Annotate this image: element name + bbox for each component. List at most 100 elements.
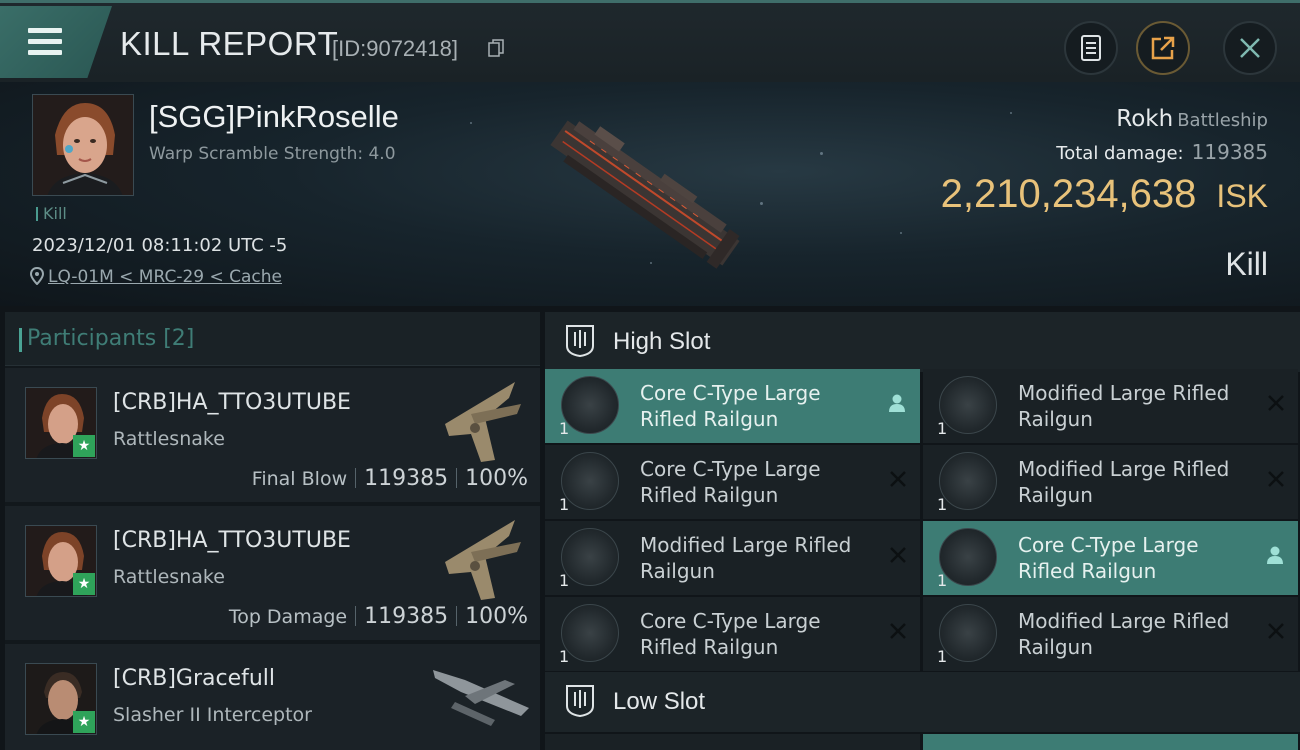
module-slot[interactable]: 1 Modified Large Rifled Railgun: [923, 369, 1298, 443]
railgun-icon: [939, 528, 997, 586]
module-slot[interactable]: 1 Core C-Type Large Rifled Railgun: [545, 445, 920, 519]
high-slot-icon: [566, 325, 594, 358]
module-slot[interactable]: 1 Core C-Type Large Rifled Railgun: [545, 597, 920, 671]
railgun-icon: [939, 376, 997, 434]
report-button[interactable]: [1064, 21, 1118, 75]
kill-result-label: Kill: [1225, 246, 1268, 282]
participant-damage: 119385: [364, 604, 449, 629]
railgun-icon: [561, 376, 619, 434]
module-slot[interactable]: 1 Modified Large Rifled Railgun: [545, 521, 920, 595]
document-icon: [1081, 35, 1101, 61]
close-button[interactable]: [1223, 21, 1277, 75]
star-icon: ★: [73, 435, 95, 457]
fitted-user-icon: [889, 394, 905, 412]
railgun-icon: [939, 452, 997, 510]
header-bar: KILL REPORT [ID:9072418]: [0, 0, 1300, 82]
module-quantity: 1: [937, 571, 948, 590]
star-icon: ★: [73, 711, 95, 733]
isk-unit: ISK: [1216, 178, 1268, 214]
module-quantity: 1: [937, 419, 948, 438]
module-name: Core C-Type Large Rifled Railgun: [640, 381, 821, 431]
menu-button[interactable]: [0, 6, 112, 78]
module-slot[interactable]: 1 Core C-Type Large Rifled Railgun: [545, 369, 920, 443]
railgun-icon: [561, 604, 619, 662]
destroyed-icon: [1268, 623, 1284, 639]
module-quantity: 1: [937, 647, 948, 666]
participant-name[interactable]: [CRB]Gracefull: [113, 666, 275, 691]
module-quantity: 1: [559, 495, 570, 514]
module-name: Core C-Type Large Rifled Railgun: [640, 457, 821, 507]
destroyed-icon: [890, 547, 906, 563]
share-button[interactable]: [1136, 21, 1190, 75]
participants-panel: Participants [2] ★ [CRB]HA_TTO3UTUBE Rat…: [5, 312, 540, 750]
kill-timestamp: 2023/12/01 08:11:02 UTC -5: [32, 235, 288, 256]
module-slot[interactable]: 1 Modified Large Rifled Railgun: [923, 597, 1298, 671]
participant-ship: Rattlesnake: [113, 428, 225, 450]
participant-stats: Final Blow 119385 100%: [252, 466, 528, 491]
close-icon: [1240, 38, 1260, 58]
high-slot-label: High Slot: [613, 328, 711, 355]
module-slot[interactable]: 1 Core C-Type Large Rifled Railgun: [923, 521, 1298, 595]
module-quantity: 1: [559, 647, 570, 666]
participant-percent: 100%: [465, 604, 528, 629]
victim-name[interactable]: [SGG]PinkRoselle: [149, 99, 399, 135]
module-name: Modified Large Rifled Railgun: [1018, 609, 1230, 659]
module-name: Modified Large Rifled Railgun: [640, 533, 852, 583]
module-quantity: 1: [559, 419, 570, 438]
participant-ship-image: [445, 520, 521, 600]
participant-row[interactable]: ★ [CRB]Gracefull Slasher II Interceptor: [5, 644, 540, 750]
destroyed-icon: [1268, 471, 1284, 487]
participant-ship-image: [445, 382, 521, 462]
participant-ship-image: [433, 670, 529, 726]
victim-ship: Rokh Battleship: [1116, 106, 1268, 132]
destroyed-icon: [890, 471, 906, 487]
module-slot-partial[interactable]: [545, 734, 920, 750]
participant-damage: 119385: [364, 466, 449, 491]
isk-amount: 2,210,234,638: [940, 172, 1197, 216]
avatar: [33, 95, 133, 195]
victim-ship-image: [550, 120, 740, 269]
participant-role: Top Damage: [228, 606, 348, 628]
low-slot-label: Low Slot: [613, 688, 706, 715]
share-icon: [1151, 36, 1175, 60]
total-damage-label: Total damage:: [1056, 143, 1184, 164]
participant-row[interactable]: ★ [CRB]HA_TTO3UTUBE Rattlesnake Top Dama…: [5, 506, 540, 642]
participant-name[interactable]: [CRB]HA_TTO3UTUBE: [113, 390, 351, 415]
module-name: Modified Large Rifled Railgun: [1018, 381, 1230, 431]
module-slot[interactable]: 1 Modified Large Rifled Railgun: [923, 445, 1298, 519]
warp-scramble-strength: Warp Scramble Strength: 4.0: [149, 144, 396, 164]
railgun-icon: [561, 528, 619, 586]
ship-class: Battleship: [1177, 110, 1268, 131]
page-title: KILL REPORT: [120, 25, 339, 62]
participant-name[interactable]: [CRB]HA_TTO3UTUBE: [113, 528, 351, 553]
location-pin-icon: [30, 267, 44, 285]
total-damage-value: 119385: [1191, 140, 1268, 164]
participant-percent: 100%: [465, 466, 528, 491]
copy-icon[interactable]: [488, 39, 504, 57]
destroyed-icon: [890, 623, 906, 639]
module-name: Core C-Type Large Rifled Railgun: [1018, 533, 1199, 583]
participant-role: Final Blow: [251, 468, 348, 490]
destroyed-icon: [1268, 395, 1284, 411]
module-quantity: 1: [937, 495, 948, 514]
low-slot-header: Low Slot: [545, 672, 1300, 732]
module-name: Modified Large Rifled Railgun: [1018, 457, 1230, 507]
railgun-icon: [561, 452, 619, 510]
ship-name[interactable]: Rokh: [1116, 106, 1173, 132]
high-slot-header: High Slot: [545, 312, 1300, 372]
kill-id: [ID:9072418]: [332, 36, 458, 61]
module-quantity: 1: [559, 571, 570, 590]
participant-stats: Top Damage 119385 100%: [229, 604, 528, 629]
module-slot-partial[interactable]: [923, 734, 1298, 750]
kill-report-window: KILL REPORT [ID:9072418] [SGG]PinkRosell…: [0, 0, 1300, 750]
participant-row[interactable]: ★ [CRB]HA_TTO3UTUBE Rattlesnake Final Bl…: [5, 368, 540, 504]
location-text: LQ-01M < MRC-29 < Cache: [48, 267, 282, 287]
victim-banner: [SGG]PinkRoselle Warp Scramble Strength:…: [0, 82, 1300, 306]
victim-portrait[interactable]: [32, 94, 134, 196]
total-damage: Total damage: 119385: [1056, 140, 1268, 164]
kill-type-tag: Kill: [36, 204, 67, 223]
module-name: Core C-Type Large Rifled Railgun: [640, 609, 821, 659]
isk-value: 2,210,234,638 ISK: [941, 172, 1268, 217]
participants-header: Participants [2]: [5, 312, 540, 366]
kill-location-link[interactable]: LQ-01M < MRC-29 < Cache: [30, 267, 282, 287]
